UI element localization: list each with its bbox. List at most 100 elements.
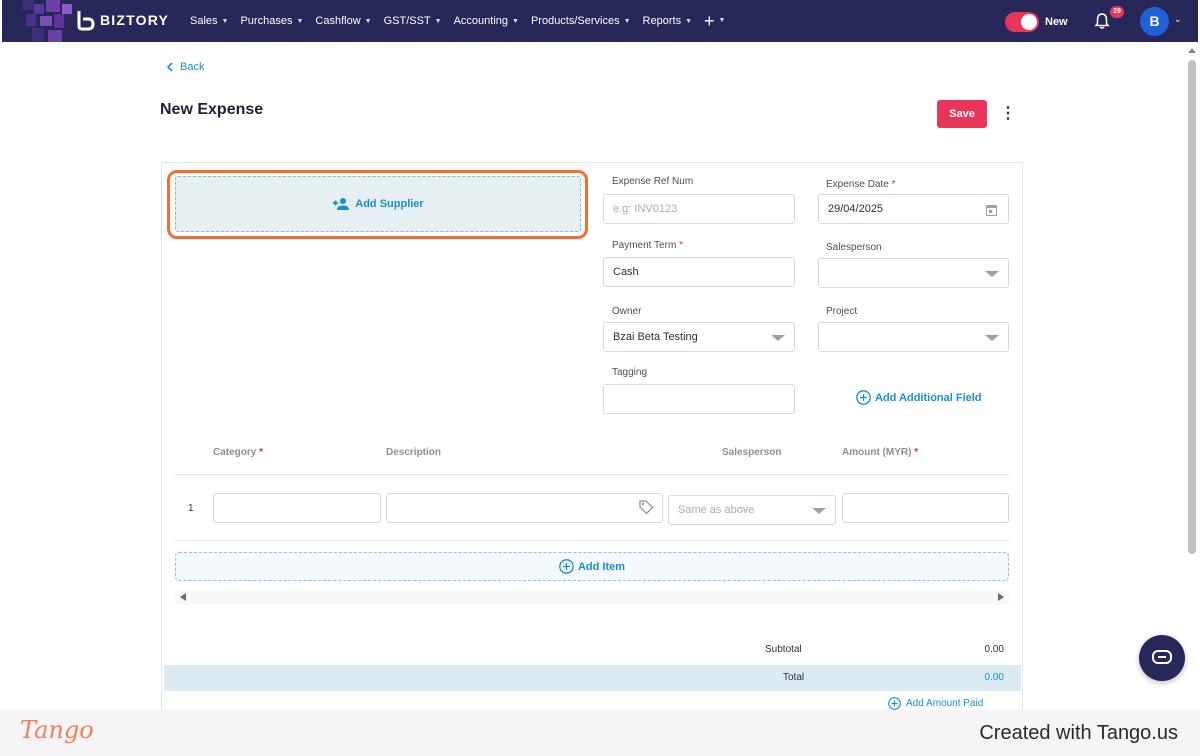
header-text: Amount (MYR): [842, 447, 912, 458]
bell-icon[interactable]: [1093, 12, 1111, 30]
toggle-knob: [1021, 14, 1037, 30]
description-input[interactable]: [386, 493, 663, 523]
expense-date-input[interactable]: 29/04/2025: [818, 194, 1009, 224]
page-title: New Expense: [160, 101, 264, 118]
add-amount-paid-label: Add Amount Paid: [906, 698, 984, 709]
payment-term-input[interactable]: Cash: [603, 257, 795, 287]
main-menu: Sales ▼ Purchases ▼ Cashflow ▼ GST/SST ▼ Acc…: [190, 0, 725, 42]
add-item-button[interactable]: Add Item: [175, 552, 1009, 581]
horizontal-scrollbar[interactable]: [175, 590, 1009, 604]
menu-label: Cashflow: [315, 15, 361, 27]
caret-down-icon: ▼: [296, 17, 304, 25]
scroll-left-arrow-icon[interactable]: [180, 593, 186, 601]
salesperson-select[interactable]: [818, 258, 1009, 288]
owner-label: Owner: [612, 306, 641, 317]
placeholder-text: e.g: INV0123: [613, 203, 678, 215]
label-text: Tagging: [612, 367, 648, 378]
project-label: Project: [826, 306, 857, 317]
menu-label: Sales: [190, 15, 218, 27]
brand-logo[interactable]: BIZTORY: [74, 9, 169, 31]
column-header-salesperson: Salesperson: [722, 447, 781, 458]
table-row-divider: [175, 540, 1009, 541]
plus-icon: +: [704, 11, 715, 31]
menu-label: Accounting: [453, 15, 509, 27]
circle-plus-icon: [856, 390, 871, 405]
subtotal-value: 0.00: [984, 644, 1004, 655]
add-additional-field-button[interactable]: Add Additional Field: [856, 390, 982, 405]
chevron-left-icon: [166, 62, 173, 72]
menu-products-services[interactable]: Products/Services ▼: [531, 15, 631, 27]
required-asterisk: *: [259, 447, 264, 458]
menu-label: GST/SST: [383, 15, 431, 27]
scroll-thumb[interactable]: [1188, 60, 1196, 554]
chat-button[interactable]: [1139, 635, 1185, 681]
menu-gst-sst[interactable]: GST/SST ▼: [384, 15, 442, 27]
quick-add-menu[interactable]: + ▼: [704, 12, 725, 30]
amount-input[interactable]: [842, 493, 1009, 523]
menu-cashflow[interactable]: Cashflow ▼: [315, 15, 371, 27]
toggle-switch[interactable]: [1005, 12, 1039, 32]
notification-badge: 29: [1110, 6, 1124, 18]
add-person-icon: [333, 198, 350, 210]
label-text: Expense Ref Num: [612, 176, 694, 187]
field-value: Bzai Beta Testing: [613, 331, 698, 343]
required-asterisk: *: [679, 240, 683, 251]
vertical-scrollbar[interactable]: [1186, 44, 1198, 710]
back-label: Back: [180, 61, 205, 73]
tag-icon[interactable]: [638, 499, 654, 515]
avatar[interactable]: B: [1140, 7, 1169, 36]
new-ui-toggle[interactable]: New: [1005, 12, 1068, 32]
tagging-input[interactable]: [603, 384, 795, 414]
dropdown-arrow-icon: [812, 508, 826, 514]
save-button[interactable]: Save: [937, 100, 987, 128]
brand-name: BIZTORY: [100, 12, 170, 28]
top-navbar: BIZTORY Sales ▼ Purchases ▼ Cashflow ▼ GST/…: [2, 0, 1198, 42]
menu-label: Reports: [642, 15, 682, 27]
dropdown-arrow-icon: [985, 271, 999, 277]
label-text: Salesperson: [826, 242, 882, 253]
chat-icon: [1152, 650, 1172, 664]
caret-down-icon: ▼: [685, 17, 693, 25]
tagging-label: Tagging: [612, 367, 647, 378]
row-salesperson-select[interactable]: Same as above: [668, 495, 836, 525]
salesperson-label: Salesperson: [826, 242, 882, 253]
menu-reports[interactable]: Reports ▼: [643, 15, 692, 27]
scroll-up-arrow-icon[interactable]: [1188, 48, 1196, 53]
expense-ref-input[interactable]: e.g: INV0123: [603, 194, 795, 224]
menu-accounting[interactable]: Accounting ▼: [454, 15, 519, 27]
caret-down-icon: ▼: [434, 17, 442, 25]
menu-purchases[interactable]: Purchases ▼: [240, 15, 303, 27]
total-label: Total: [783, 672, 805, 683]
add-amount-paid-button[interactable]: Add Amount Paid: [888, 697, 983, 710]
header-text: Description: [386, 447, 442, 458]
more-vertical-icon[interactable]: ⋮: [1000, 104, 1016, 124]
category-input[interactable]: [213, 493, 381, 523]
dropdown-arrow-icon: [771, 335, 785, 341]
label-text: Payment Term: [612, 240, 677, 251]
scroll-right-arrow-icon[interactable]: [998, 593, 1004, 601]
required-asterisk: *: [891, 179, 896, 190]
menu-sales[interactable]: Sales ▼: [190, 15, 228, 27]
placeholder-text: Same as above: [678, 504, 755, 516]
add-supplier-button[interactable]: Add Supplier: [175, 176, 581, 232]
label-text: Owner: [612, 306, 642, 317]
chevron-down-icon[interactable]: ⌄: [1174, 14, 1182, 25]
expense-ref-label: Expense Ref Num: [612, 176, 693, 187]
column-header-category: Category *: [213, 447, 263, 458]
add-item-label: Add Item: [577, 560, 626, 573]
back-link[interactable]: Back: [166, 61, 204, 73]
field-value: Cash: [613, 266, 639, 278]
calendar-icon[interactable]: [986, 204, 997, 216]
owner-select[interactable]: Bzai Beta Testing: [603, 322, 795, 352]
label-text: Project: [826, 306, 858, 317]
add-additional-field-label: Add Additional Field: [875, 391, 982, 404]
table-header-divider: [175, 474, 1009, 475]
subtotal-label: Subtotal: [765, 644, 802, 655]
row-number: 1: [188, 503, 194, 514]
circle-plus-icon: [888, 697, 901, 710]
caret-down-icon: ▼: [512, 17, 519, 25]
project-select[interactable]: [818, 322, 1009, 352]
caret-down-icon: ▼: [364, 17, 372, 25]
caret-down-icon: ▼: [221, 17, 229, 25]
menu-label: Products/Services: [530, 15, 620, 27]
